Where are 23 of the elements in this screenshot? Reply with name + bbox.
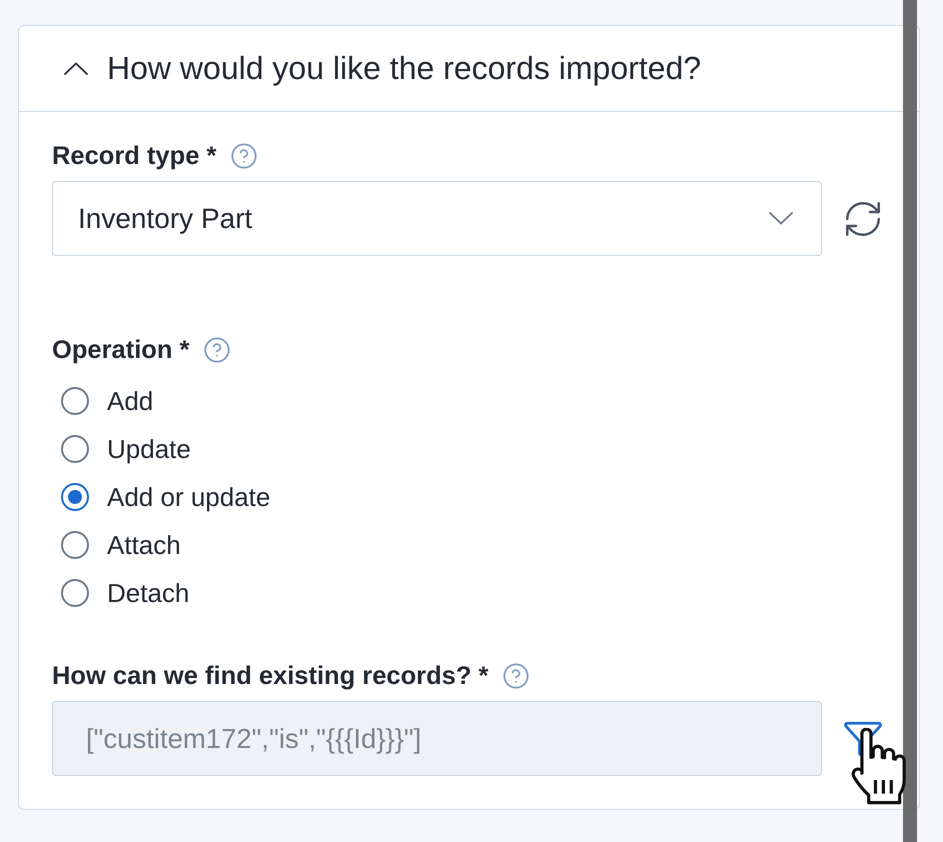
- record-type-select[interactable]: Inventory Part: [52, 181, 822, 256]
- radio-label: Detach: [107, 578, 190, 608]
- field-label: How can we find existing records? *: [52, 662, 488, 690]
- radio-label: Add: [107, 386, 154, 416]
- radio-label: Add or update: [107, 482, 270, 512]
- chevron-up-icon: [64, 62, 88, 75]
- hand-cursor-icon: [851, 728, 909, 806]
- radio-label: Attach: [107, 530, 181, 560]
- select-value: Inventory Part: [78, 202, 252, 234]
- help-icon[interactable]: [502, 662, 530, 690]
- help-icon[interactable]: [203, 336, 232, 364]
- field-label: Record type *: [52, 142, 216, 170]
- scrollbar[interactable]: [903, 0, 917, 842]
- radio-button[interactable]: [61, 483, 89, 511]
- radio-button[interactable]: [61, 435, 89, 463]
- radio-label: Update: [107, 434, 191, 464]
- section-title: How would you like the records imported?: [107, 50, 702, 87]
- radio-button[interactable]: [61, 531, 89, 559]
- radio-button[interactable]: [61, 387, 89, 415]
- caret-icon: [769, 212, 793, 225]
- field-label: Operation *: [52, 336, 190, 364]
- radio-button[interactable]: [61, 579, 89, 607]
- help-icon[interactable]: [230, 142, 258, 170]
